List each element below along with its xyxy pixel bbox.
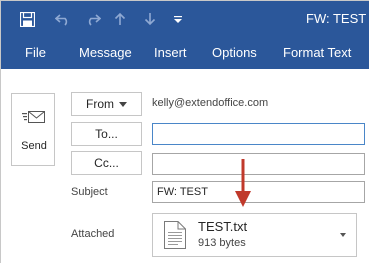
title-bar: FW: TEST - <box>1 1 369 37</box>
tab-format-text[interactable]: Format Text <box>283 45 351 60</box>
tab-options[interactable]: Options <box>212 45 257 60</box>
cc-field[interactable] <box>152 153 365 175</box>
send-button[interactable]: Send <box>11 93 55 166</box>
outlook-compose-window: FW: TEST - File Message Insert Options F… <box>0 0 369 264</box>
attached-label: Attached <box>71 228 115 240</box>
cc-label: Cc... <box>94 156 119 170</box>
undo-icon[interactable] <box>53 1 73 37</box>
tab-message[interactable]: Message <box>79 45 132 60</box>
up-arrow-icon[interactable] <box>111 1 129 37</box>
ribbon-tab-bar: File Message Insert Options Format Text <box>1 37 369 69</box>
window-title: FW: TEST - <box>306 11 369 26</box>
from-label: From <box>86 97 114 111</box>
down-arrow-icon[interactable] <box>141 1 159 37</box>
annotation-arrow-icon <box>235 159 251 207</box>
attachment-size: 913 bytes <box>198 237 246 249</box>
attachment-dropdown-icon[interactable] <box>340 233 346 237</box>
send-envelope-icon <box>22 111 45 123</box>
attachment-item[interactable]: TEST.txt 913 bytes <box>152 213 357 257</box>
subject-label: Subject <box>71 186 108 198</box>
cc-button[interactable]: Cc... <box>71 151 142 175</box>
attachment-name: TEST.txt <box>198 219 248 234</box>
to-button[interactable]: To... <box>71 122 142 146</box>
from-button[interactable]: From <box>71 92 142 116</box>
tab-file[interactable]: File <box>25 45 46 60</box>
send-label: Send <box>21 140 47 152</box>
text-file-icon <box>164 221 186 249</box>
customize-dropdown-icon[interactable] <box>171 1 185 37</box>
to-label: To... <box>95 127 118 141</box>
save-icon[interactable] <box>15 1 39 37</box>
tab-insert[interactable]: Insert <box>154 45 187 60</box>
redo-icon[interactable] <box>83 1 103 37</box>
chevron-down-icon <box>119 101 127 107</box>
subject-field[interactable]: FW: TEST <box>152 181 365 203</box>
to-field[interactable] <box>152 123 365 145</box>
from-address: kelly@extendoffice.com <box>152 97 269 109</box>
